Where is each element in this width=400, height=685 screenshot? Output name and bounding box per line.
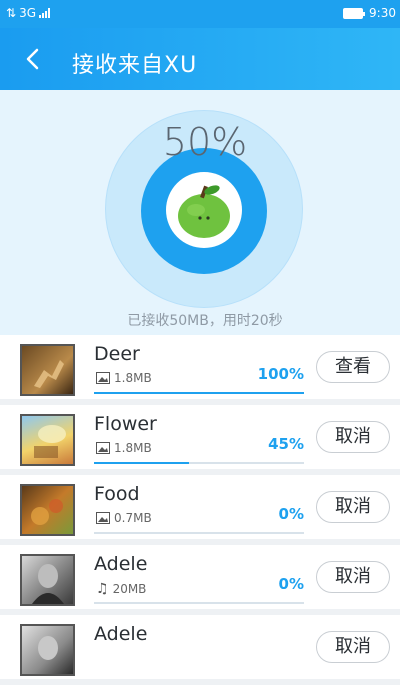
cancel-button[interactable]: 取消 (316, 421, 390, 453)
file-meta: ♫ 20MB (96, 581, 146, 597)
file-progress-bar (94, 462, 304, 464)
file-progress-bar (94, 392, 304, 394)
cancel-button[interactable]: 取消 (316, 491, 390, 523)
file-size: 1.8MB (114, 371, 152, 385)
progress-percent: 50% (162, 120, 248, 164)
image-icon (96, 442, 110, 454)
list-item: Flower 1.8MB 45% 取消 (0, 405, 400, 475)
transfer-progress-panel: 50% 已接收50MB，用时20秒 (0, 90, 400, 335)
network-type: 3G (19, 6, 36, 20)
list-item: Adele ♫ 20MB 0% 取消 (0, 545, 400, 615)
file-meta: 1.8MB (96, 371, 152, 385)
file-progress-bar (94, 602, 304, 604)
usb-icon: ⇅ (6, 6, 17, 20)
file-name: Food (94, 483, 140, 505)
battery-icon (343, 7, 366, 19)
status-left: ⇅ 3G (6, 6, 50, 20)
file-progress-bar (94, 532, 304, 534)
file-progress-percent: 45% (268, 435, 304, 453)
apple-icon (178, 185, 230, 238)
page-title: 接收来自XU (72, 53, 198, 78)
thumbnail-flower (20, 414, 75, 466)
list-item: Food 0.7MB 0% 取消 (0, 475, 400, 545)
avatar (166, 172, 242, 248)
file-list: Deer 1.8MB 100% 查看 Flower 1.8MB 45% 取消 F… (0, 335, 400, 685)
back-button[interactable] (18, 44, 48, 74)
app-header: 接收来自XU (0, 28, 400, 90)
thumbnail-food (20, 484, 75, 536)
thumbnail-adele-2 (20, 624, 75, 676)
list-item: Deer 1.8MB 100% 查看 (0, 335, 400, 405)
thumbnail-deer (20, 344, 75, 396)
file-name: Adele (94, 623, 148, 645)
image-icon (96, 512, 110, 524)
file-size: 0.7MB (114, 511, 152, 525)
status-bar: ⇅ 3G 9:30 (0, 0, 400, 28)
image-icon (96, 372, 110, 384)
file-progress-percent: 100% (257, 365, 304, 383)
view-button[interactable]: 查看 (316, 351, 390, 383)
file-size: 1.8MB (114, 441, 152, 455)
signal-icon (39, 8, 50, 18)
cancel-button[interactable]: 取消 (316, 561, 390, 593)
file-progress-percent: 0% (278, 575, 304, 593)
received-summary: 已接收50MB，用时20秒 (127, 313, 283, 329)
status-time: 9:30 (369, 6, 396, 20)
file-size: 20MB (112, 582, 147, 596)
list-item: Adele 取消 (0, 615, 400, 685)
file-progress-percent: 0% (278, 505, 304, 523)
file-meta: 0.7MB (96, 511, 152, 525)
chevron-left-icon (26, 48, 39, 70)
file-name: Adele (94, 553, 148, 575)
thumbnail-adele (20, 554, 75, 606)
file-progress-fill (94, 392, 304, 394)
file-meta: 1.8MB (96, 441, 152, 455)
status-right: 9:30 (343, 6, 396, 20)
music-note-icon: ♫ (96, 581, 109, 597)
file-name: Flower (94, 413, 157, 435)
cancel-button[interactable]: 取消 (316, 631, 390, 663)
file-name: Deer (94, 343, 140, 365)
file-progress-fill (94, 462, 189, 464)
